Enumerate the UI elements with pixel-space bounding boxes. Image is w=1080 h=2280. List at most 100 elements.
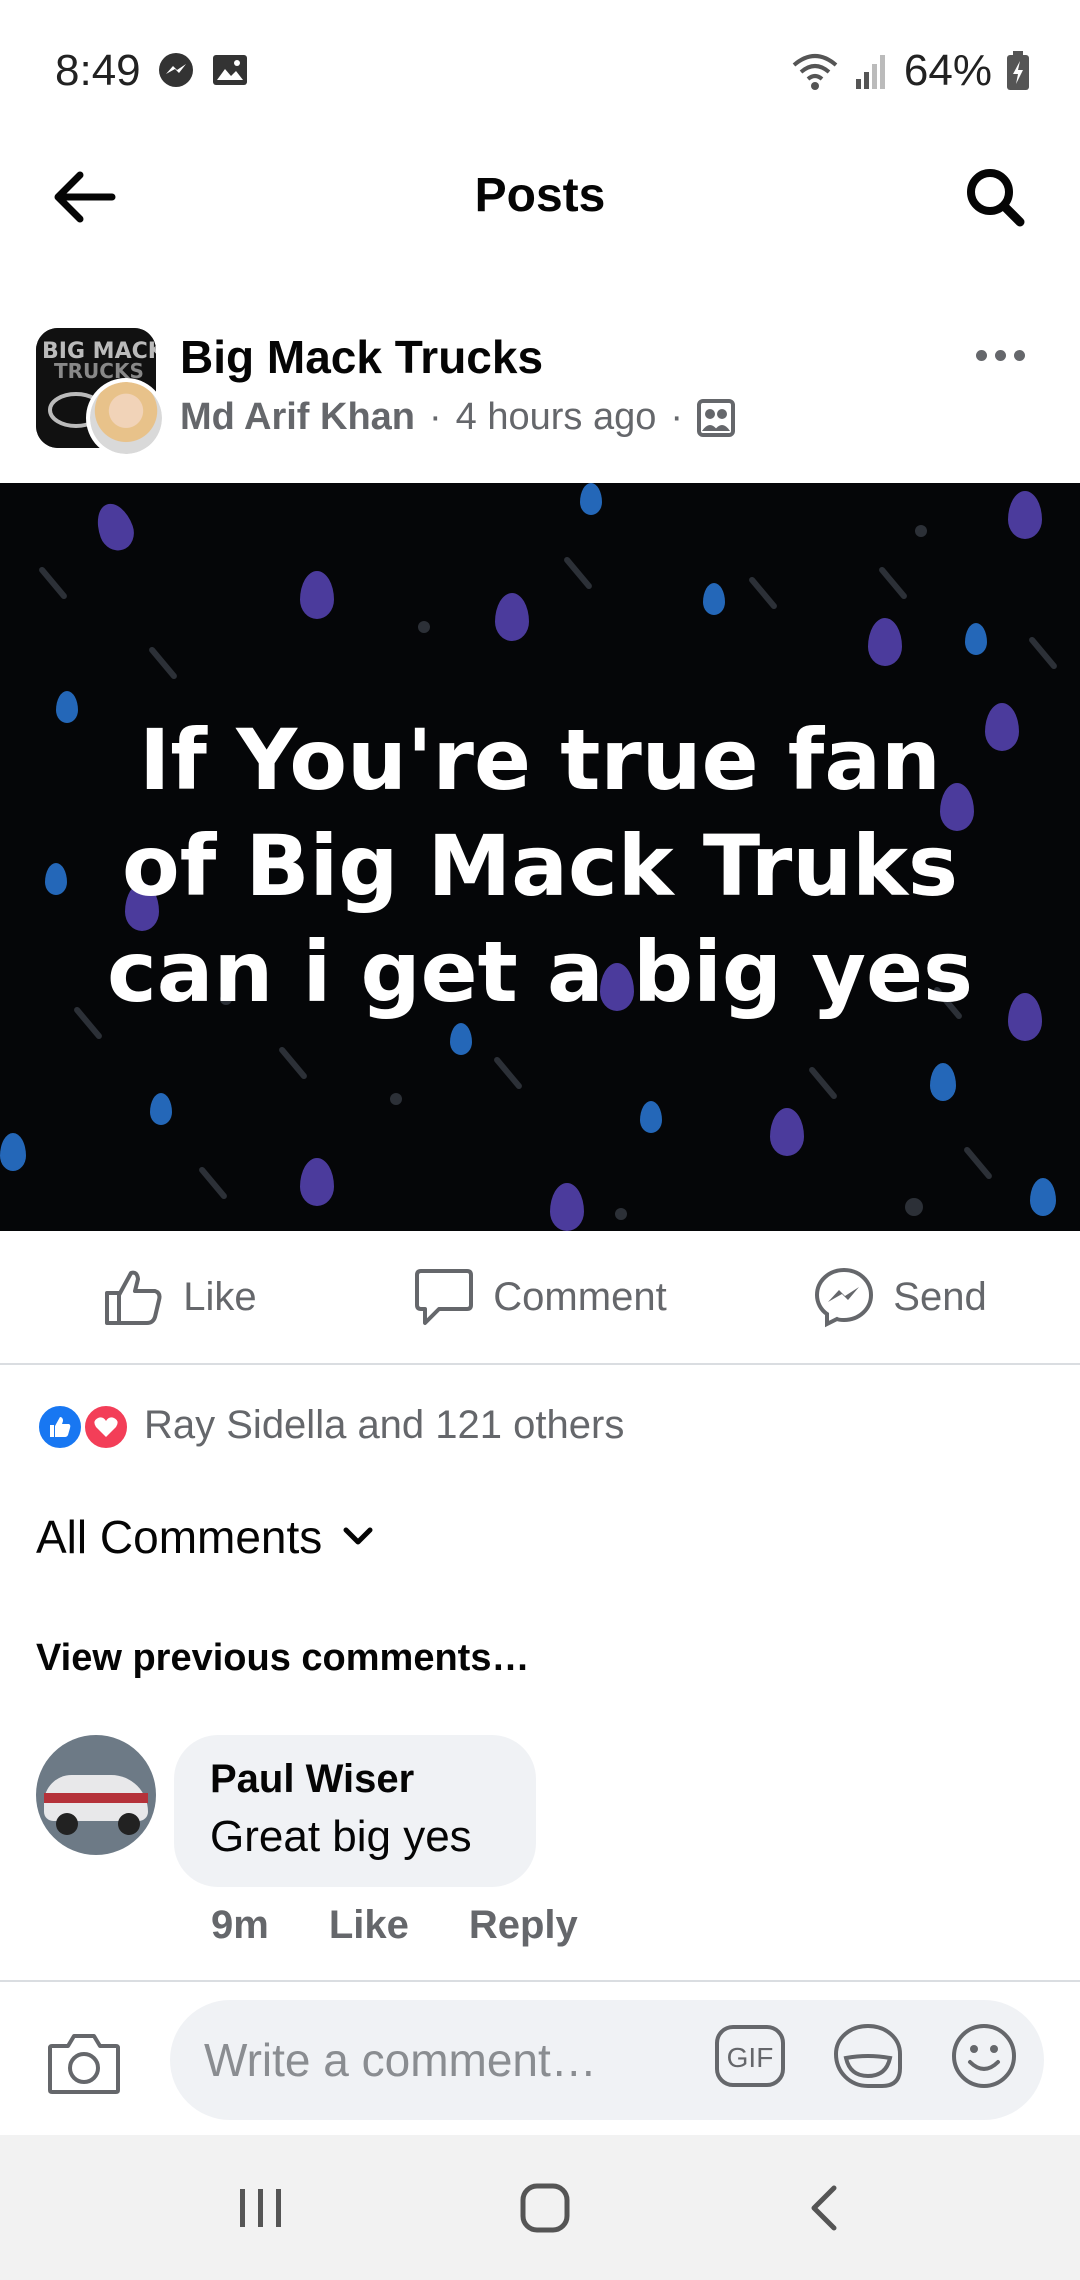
raindrop-decoration	[1030, 1178, 1056, 1216]
signal-icon	[855, 55, 885, 89]
composer-icons: GIF	[714, 2022, 1018, 2090]
reactions-text: Ray Sidella and 121 others	[144, 1402, 625, 1447]
wifi-icon	[792, 54, 838, 90]
reactions-summary[interactable]: Ray Sidella and 121 others	[36, 1395, 624, 1455]
raindrop-decoration	[640, 1101, 662, 1133]
comment-reply-button[interactable]: Reply	[469, 1903, 578, 1948]
raindrop-decoration	[550, 1183, 584, 1231]
raindrop-decoration	[300, 571, 334, 619]
gif-label: GIF	[727, 2042, 774, 2073]
more-dot-icon	[975, 349, 987, 361]
raindrop-decoration	[1008, 491, 1042, 539]
raindrop-decoration	[703, 583, 725, 615]
raindrop-decoration	[90, 498, 140, 556]
meta-separator: ·	[429, 396, 442, 438]
post-author[interactable]: Md Arif Khan	[180, 396, 415, 439]
like-label: Like	[183, 1274, 257, 1319]
comment-time: 9m	[211, 1903, 269, 1947]
home-icon[interactable]	[519, 2182, 571, 2234]
love-reaction-icon	[82, 1403, 130, 1451]
top-app-bar: Posts	[0, 140, 1080, 250]
gif-icon[interactable]: GIF	[714, 2024, 786, 2088]
more-options-button[interactable]	[970, 340, 1030, 370]
system-navigation-bar	[0, 2135, 1080, 2280]
system-status: 64%	[790, 46, 1030, 96]
raindrop-decoration	[580, 483, 602, 515]
rain-streak-decoration	[492, 1055, 524, 1091]
group-members-icon	[697, 398, 736, 437]
post-header: BIG MACK TRUCKS Big Mack Trucks Md Arif …	[0, 310, 1080, 480]
emoji-icon[interactable]	[950, 2022, 1018, 2090]
post-meta: Md Arif Khan · 4 hours ago ·	[180, 396, 736, 439]
send-label: Send	[893, 1274, 987, 1319]
rain-streak-decoration	[747, 575, 779, 611]
raindrop-decoration	[1008, 993, 1042, 1041]
raindrop-decoration	[770, 1108, 804, 1156]
comment-label: Comment	[493, 1274, 667, 1319]
raindrop-decoration	[150, 1093, 172, 1125]
raindrop-decoration	[930, 1063, 956, 1101]
view-previous-comments-link[interactable]: View previous comments…	[36, 1637, 529, 1680]
search-button[interactable]	[960, 162, 1030, 232]
raindrop-decoration	[300, 1158, 334, 1206]
image-notification-icon	[213, 55, 247, 85]
comment-filter-label: All Comments	[36, 1511, 323, 1563]
rain-streak-decoration	[562, 555, 594, 591]
post-timestamp[interactable]: 4 hours ago	[456, 396, 657, 439]
comment-bubble-icon	[415, 1269, 474, 1325]
rain-streak-decoration	[807, 1065, 839, 1101]
post-text-background[interactable]: If You're true fan of Big Mack Truks can…	[0, 483, 1080, 1231]
commenter-avatar[interactable]	[36, 1735, 156, 1855]
rain-streak-decoration	[197, 1165, 229, 1201]
camera-button[interactable]	[46, 2030, 122, 2100]
dot-decoration	[390, 1093, 402, 1105]
dot-decoration	[915, 525, 927, 537]
reaction-icons	[36, 1397, 136, 1453]
rain-streak-decoration	[147, 645, 179, 681]
chevron-down-icon	[343, 1527, 373, 1545]
comment-button[interactable]: Comment	[360, 1231, 720, 1363]
comment-bubble[interactable]: Paul Wiser Great big yes	[174, 1735, 536, 1887]
more-dot-icon	[1013, 349, 1025, 361]
thumbs-up-icon	[105, 1270, 162, 1325]
rain-streak-decoration	[1027, 635, 1059, 671]
status-bar: 8:49 64%	[0, 0, 1080, 140]
dot-decoration	[418, 621, 430, 633]
rain-streak-decoration	[877, 565, 909, 601]
rain-streak-decoration	[37, 565, 69, 601]
rain-streak-decoration	[277, 1045, 309, 1081]
back-nav-icon[interactable]	[804, 2182, 844, 2234]
raindrop-decoration	[495, 593, 529, 641]
raindrop-decoration	[45, 863, 67, 895]
send-button[interactable]: Send	[720, 1231, 1080, 1363]
notification-icons	[158, 52, 248, 88]
page-title: Posts	[474, 169, 606, 222]
comment-composer: GIF	[0, 1980, 1080, 2135]
search-icon	[967, 169, 1025, 227]
raindrop-decoration	[965, 623, 987, 655]
raindrop-decoration	[450, 1023, 472, 1055]
author-avatar[interactable]	[86, 378, 166, 458]
raindrop-decoration	[56, 691, 78, 723]
like-reaction-icon	[36, 1403, 84, 1451]
comment-text: Great big yes	[210, 1812, 472, 1861]
camera-icon	[48, 2034, 120, 2094]
rain-streak-decoration	[962, 1145, 994, 1181]
more-dot-icon	[994, 349, 1006, 361]
post-text: If You're true fan of Big Mack Truks can…	[106, 711, 973, 1021]
messenger-notification-icon	[159, 53, 193, 87]
raindrop-decoration	[868, 618, 902, 666]
dot-decoration	[615, 1208, 627, 1220]
meta-separator: ·	[670, 396, 684, 438]
comment-actions: 9m Like Reply	[211, 1903, 578, 1948]
battery-percent: 64%	[903, 46, 992, 95]
recent-apps-icon[interactable]	[236, 2185, 286, 2231]
post-page-name[interactable]: Big Mack Trucks	[180, 330, 543, 384]
raindrop-decoration	[0, 1133, 26, 1171]
sticker-icon[interactable]	[832, 2022, 904, 2090]
comment-filter-dropdown[interactable]: All Comments	[36, 1510, 374, 1564]
battery-charging-icon	[1007, 51, 1029, 90]
comment-author[interactable]: Paul Wiser	[210, 1757, 500, 1802]
like-button[interactable]: Like	[0, 1231, 360, 1363]
comment-like-button[interactable]: Like	[329, 1903, 409, 1948]
